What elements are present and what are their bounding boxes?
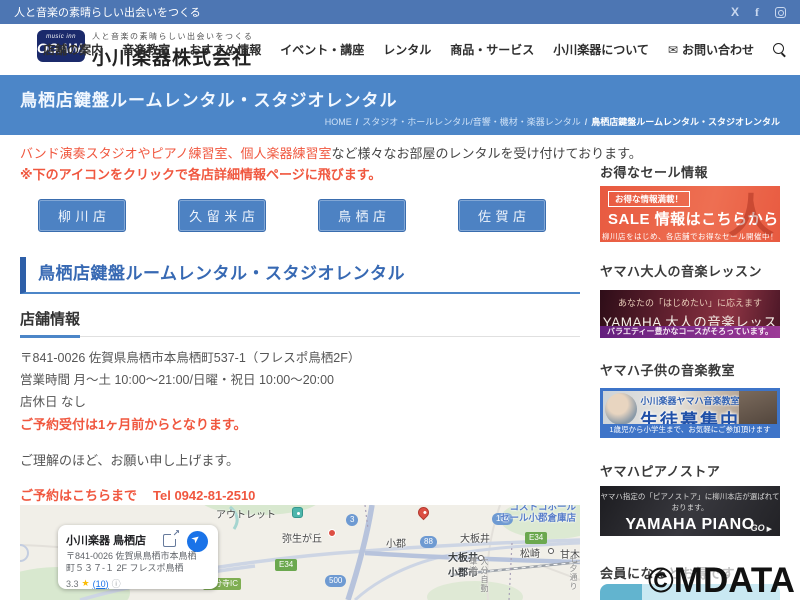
adult-lessons-banner[interactable]: あなたの「はじめたい」に応えます YAMAHA 大人の音楽レッスン バラエティー… bbox=[600, 290, 780, 338]
shop-button-yanagawa[interactable]: 柳川店 bbox=[38, 199, 126, 232]
intro-highlight: バンド演奏スタジオやピアノ練習室、個人楽器練習室 bbox=[20, 146, 332, 161]
section-title: 鳥栖店鍵盤ルームレンタル・スタジオレンタル bbox=[20, 257, 580, 294]
facebook-icon[interactable] bbox=[755, 6, 759, 18]
instagram-icon[interactable] bbox=[775, 6, 786, 18]
shop-button-row: 柳川店 久留米店 鳥栖店 佐賀店 bbox=[38, 199, 546, 232]
store-hours: 営業時間 月～土 10:00～21:00/日曜・祝日 10:00～20:00 bbox=[20, 373, 335, 387]
page: 人と音楽の素晴らしい出会いをつくる music inn OGAWA 人と音楽の素… bbox=[0, 0, 800, 600]
shop-button-saga[interactable]: 佐賀店 bbox=[458, 199, 546, 232]
watermark: ©MDATA bbox=[648, 561, 795, 600]
nav-contact[interactable]: お問い合わせ bbox=[668, 41, 754, 58]
kids-banner-strip: 1歳児から小学生まで、お気軽にご参加頂けます bbox=[603, 424, 777, 435]
main-nav: 店舗の案内 音楽教室 おすすめ情報 イベント・講座 レンタル 商品・サービス 小… bbox=[43, 41, 786, 58]
nav-music-school[interactable]: 音楽教室 bbox=[122, 41, 170, 58]
map-card-address: 〒841-0026 佐賀県鳥栖市本鳥栖 町５３７-１ 2F フレスポ鳥栖 bbox=[66, 551, 197, 573]
sidebar-heading-piano-store: ヤマハピアノストア bbox=[600, 464, 721, 479]
nav-recommended[interactable]: おすすめ情報 bbox=[189, 41, 261, 58]
map-label-expressway: 大分自動車道 bbox=[469, 557, 489, 593]
store-address: 〒841-0026 佐賀県鳥栖市本鳥栖町537-1（フレスポ鳥栖2F） bbox=[20, 351, 361, 365]
store-info: 〒841-0026 佐賀県鳥栖市本鳥栖町537-1（フレスポ鳥栖2F） 営業時間… bbox=[20, 347, 360, 413]
star-icon bbox=[82, 578, 90, 589]
nav-about[interactable]: 小川楽器について bbox=[553, 41, 649, 58]
nav-events[interactable]: イベント・講座 bbox=[280, 41, 364, 58]
reviews-link[interactable]: (10) bbox=[93, 579, 109, 589]
kids-photo-left bbox=[605, 393, 637, 425]
station-icon bbox=[548, 548, 554, 554]
nav-stores[interactable]: 店舗の案内 bbox=[43, 41, 103, 58]
breadcrumb-category[interactable]: スタジオ・ホールレンタル/音響・機材・楽器レンタル bbox=[362, 117, 581, 127]
adult-banner-strip: バラエティー豊かなコースがそろっています。 bbox=[600, 326, 780, 338]
sale-banner-decoration: 人 bbox=[728, 190, 774, 242]
map-info-card: 小川楽器 鳥栖店 〒841-0026 佐賀県鳥栖市本鳥栖 町５３７-１ 2F フレ… bbox=[58, 525, 218, 589]
header: music inn OGAWA 人と音楽の素晴らしい出会いをつくる 小川楽器株式… bbox=[0, 24, 800, 75]
sidebar-heading-kids-school: ヤマハ子供の音楽教室 bbox=[600, 363, 736, 378]
route-shield-e34-b: E34 bbox=[275, 559, 298, 571]
map-label-costco: コストコホール セール小郡倉庫店 bbox=[499, 505, 576, 524]
go-link[interactable]: GO bbox=[751, 523, 772, 533]
topbar: 人と音楽の素晴らしい出会いをつくる bbox=[0, 0, 800, 24]
route-shield-500: 500 bbox=[325, 575, 347, 587]
topbar-tagline: 人と音楽の素晴らしい出会いをつくる bbox=[14, 7, 201, 19]
sidebar-heading-adult-lessons: ヤマハ大人の音楽レッスン bbox=[600, 264, 763, 279]
info-icon bbox=[112, 577, 121, 590]
route-shield-e34-a: E34 bbox=[525, 532, 548, 544]
map-label-street: 七夕通り bbox=[569, 555, 578, 591]
shop-button-tosu[interactable]: 鳥栖店 bbox=[318, 199, 406, 232]
phone-number: Tel 0942-81-2510 bbox=[153, 488, 256, 503]
sidebar-heading-sale: お得なセール情報 bbox=[600, 165, 709, 180]
kids-school-banner[interactable]: 小川楽器ヤマハ音楽教室 生徒募集中 1歳児から小学生まで、お気軽にご参加頂けます bbox=[600, 388, 780, 438]
reserve-line: ご予約はこちらまで Tel 0942-81-2510 bbox=[20, 485, 255, 504]
divider bbox=[20, 335, 580, 338]
red-dot-pin-icon bbox=[328, 529, 336, 537]
map-label-matsuzaki: 松崎 bbox=[520, 549, 540, 560]
map-label-ogori: 小郡 bbox=[386, 539, 406, 550]
sale-banner[interactable]: 人 お得な情報満載！ SALE 情報はこちらから 柳川店をはじめ、各店舗でお得な… bbox=[600, 186, 780, 242]
map-label-oitai: 大板井 bbox=[460, 534, 490, 545]
google-map[interactable]: アウトレット 弥生が丘 3 131 コストコホールセール小郡倉庫店 味坂IC 小… bbox=[20, 505, 580, 600]
store-holiday: 店休日 なし bbox=[20, 395, 86, 409]
rating-value: 3.3 bbox=[66, 578, 79, 589]
nav-products[interactable]: 商品・サービス bbox=[450, 41, 534, 58]
shopping-pin-icon bbox=[292, 507, 303, 518]
breadcrumb-current: 鳥栖店鍵盤ルームレンタル・スタジオレンタル bbox=[591, 117, 780, 127]
piano-banner-line1: ヤマハ指定の「ピアノストア」に柳川本店が選ばれております。 bbox=[600, 492, 780, 512]
breadcrumb: HOME / スタジオ・ホールレンタル/音響・機材・楽器レンタル / 鳥栖店鍵盤ルームレ… bbox=[324, 117, 780, 127]
store-info-heading: 店舗情報 bbox=[20, 311, 81, 328]
nav-rental[interactable]: レンタル bbox=[383, 41, 431, 58]
open-in-new-icon[interactable] bbox=[163, 528, 180, 547]
reservation-notice: ご予約受付は1ヶ月前からとなります。 bbox=[20, 417, 247, 432]
search-icon[interactable] bbox=[773, 43, 786, 56]
map-label-yayoigaoka: 弥生が丘 bbox=[282, 534, 322, 545]
directions-icon[interactable] bbox=[187, 531, 208, 552]
adult-banner-line1: あなたの「はじめたい」に応えます bbox=[617, 298, 762, 308]
request-text: ご理解のほど、お願い申し上げます。 bbox=[20, 453, 240, 468]
breadcrumb-home[interactable]: HOME bbox=[325, 117, 352, 127]
intro-text: バンド演奏スタジオやピアノ練習室、個人楽器練習室など様々なお部屋のレンタルを受け… bbox=[20, 143, 642, 162]
map-card-rating: 3.3 (10) bbox=[66, 577, 210, 590]
social-links bbox=[731, 6, 786, 18]
route-shield-3: 3 bbox=[346, 514, 359, 526]
route-shield-88: 88 bbox=[420, 536, 437, 548]
map-label-outlet: アウトレット bbox=[216, 510, 276, 521]
x-twitter-icon[interactable] bbox=[731, 6, 739, 18]
page-title: 鳥栖店鍵盤ルームレンタル・スタジオレンタル bbox=[20, 91, 398, 110]
reserve-label: ご予約はこちらまで bbox=[20, 488, 138, 503]
hero-banner: 鳥栖店鍵盤ルームレンタル・スタジオレンタル HOME / スタジオ・ホールレンタル/… bbox=[0, 75, 800, 135]
sale-badge: お得な情報満載！ bbox=[608, 191, 691, 207]
intro-rest: など様々なお部屋のレンタルを受け付けております。 bbox=[331, 146, 642, 161]
shop-button-kurume[interactable]: 久留米店 bbox=[178, 199, 266, 232]
intro-note: ※下のアイコンをクリックで各店詳細情報ページに飛びます。 bbox=[20, 167, 382, 182]
piano-store-banner[interactable]: ヤマハ指定の「ピアノストア」に柳川本店が選ばれております。 YAMAHA PIA… bbox=[600, 486, 780, 536]
